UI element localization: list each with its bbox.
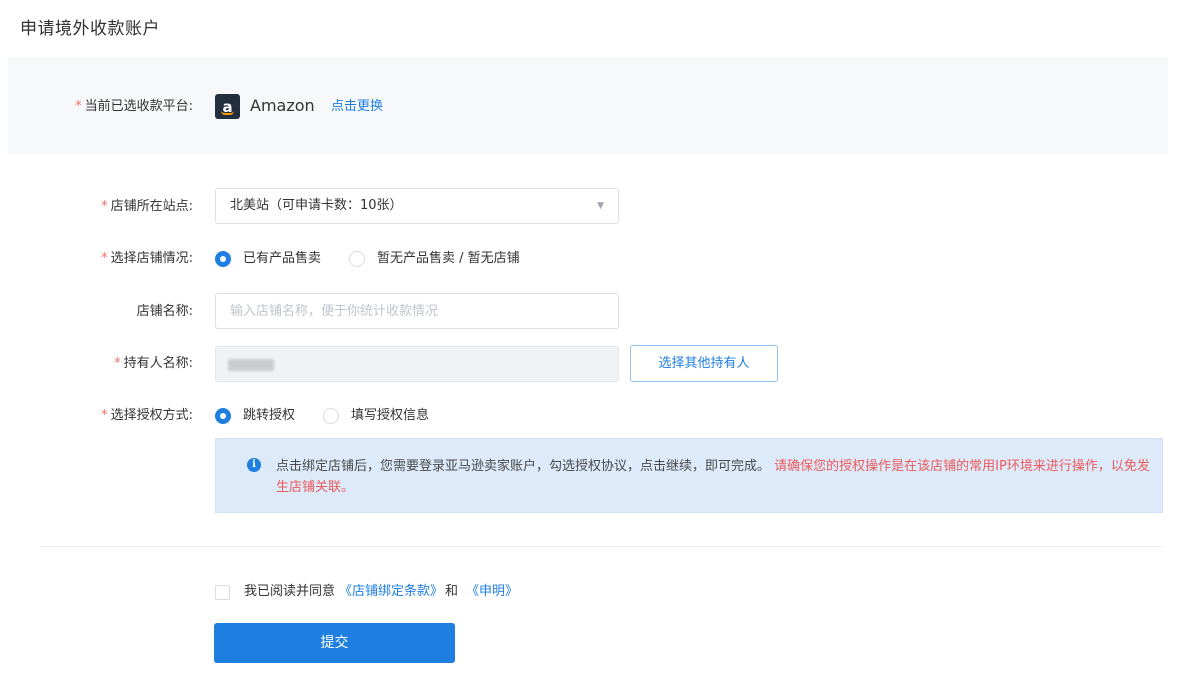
change-platform-link[interactable]: 点击更换 [331,97,383,117]
choose-other-holder-button[interactable]: 选择其他持有人 [630,345,778,382]
holder-name-field [215,346,619,382]
terms-link[interactable]: 《店铺绑定条款》 [339,582,443,602]
agreement-prefix: 我已阅读并同意 [244,584,336,599]
radio-checked-icon [215,251,231,267]
required-mark: * [101,251,108,266]
site-select[interactable]: 北美站（可申请卡数：10张） ▼ [215,188,619,224]
site-label: * 店铺所在站点: [101,199,193,214]
redacted-holder-name [228,359,274,371]
radio-fill-auth-info[interactable]: 填写授权信息 [323,406,429,426]
required-mark: * [75,99,82,114]
platform-name: Amazon [250,96,315,115]
agreement-checkbox[interactable] [215,584,230,600]
submit-button[interactable]: 提交 [214,623,455,663]
page-title: 申请境外收款账户 [20,19,160,39]
required-mark: * [101,408,108,423]
store-status-radio-group: 已有产品售卖 暂无产品售卖 / 暂无店铺 [215,249,548,269]
agreement-row: 我已阅读并同意 《店铺绑定条款》 和 《申明》 [215,582,518,602]
divider [40,546,1163,547]
radio-checked-icon [215,408,231,424]
radio-unchecked-icon [349,251,366,267]
auth-method-radio-group: 跳转授权 填写授权信息 [215,406,457,426]
auth-info-box: i 点击绑定店铺后，您需要登录亚马逊卖家账户，勾选授权协议，点击继续，即可完成。… [215,438,1163,513]
radio-unchecked-icon [323,408,340,424]
amazon-smile-icon [221,111,234,115]
radio-redirect-auth[interactable]: 跳转授权 [215,406,295,426]
info-icon: i [247,458,261,472]
holder-label: * 持有人名称: [114,356,193,371]
store-name-label: 店铺名称: [136,304,193,319]
site-select-value: 北美站（可申请卡数：10张） [230,198,403,213]
radio-has-products[interactable]: 已有产品售卖 [215,249,321,269]
caret-down-icon: ▼ [597,201,604,211]
statement-link[interactable]: 《申明》 [466,582,518,602]
page: 申请境外收款账户 * 当前已选收款平台: a Amazon 点击更换 * 店铺所在站… [0,0,1179,685]
info-text: 点击绑定店铺后，您需要登录亚马逊卖家账户，勾选授权协议，点击继续，即可完成。 请… [276,459,1150,495]
required-mark: * [101,199,108,214]
platform-label: * 当前已选收款平台: [75,99,193,114]
required-mark: * [114,356,121,371]
radio-no-products[interactable]: 暂无产品售卖 / 暂无店铺 [349,249,520,269]
amazon-logo-icon: a [215,94,240,119]
auth-method-label: * 选择授权方式: [101,408,193,423]
store-name-input[interactable] [215,293,619,329]
agreement-conjunction: 和 [445,584,459,599]
store-status-label: * 选择店铺情况: [101,251,193,266]
